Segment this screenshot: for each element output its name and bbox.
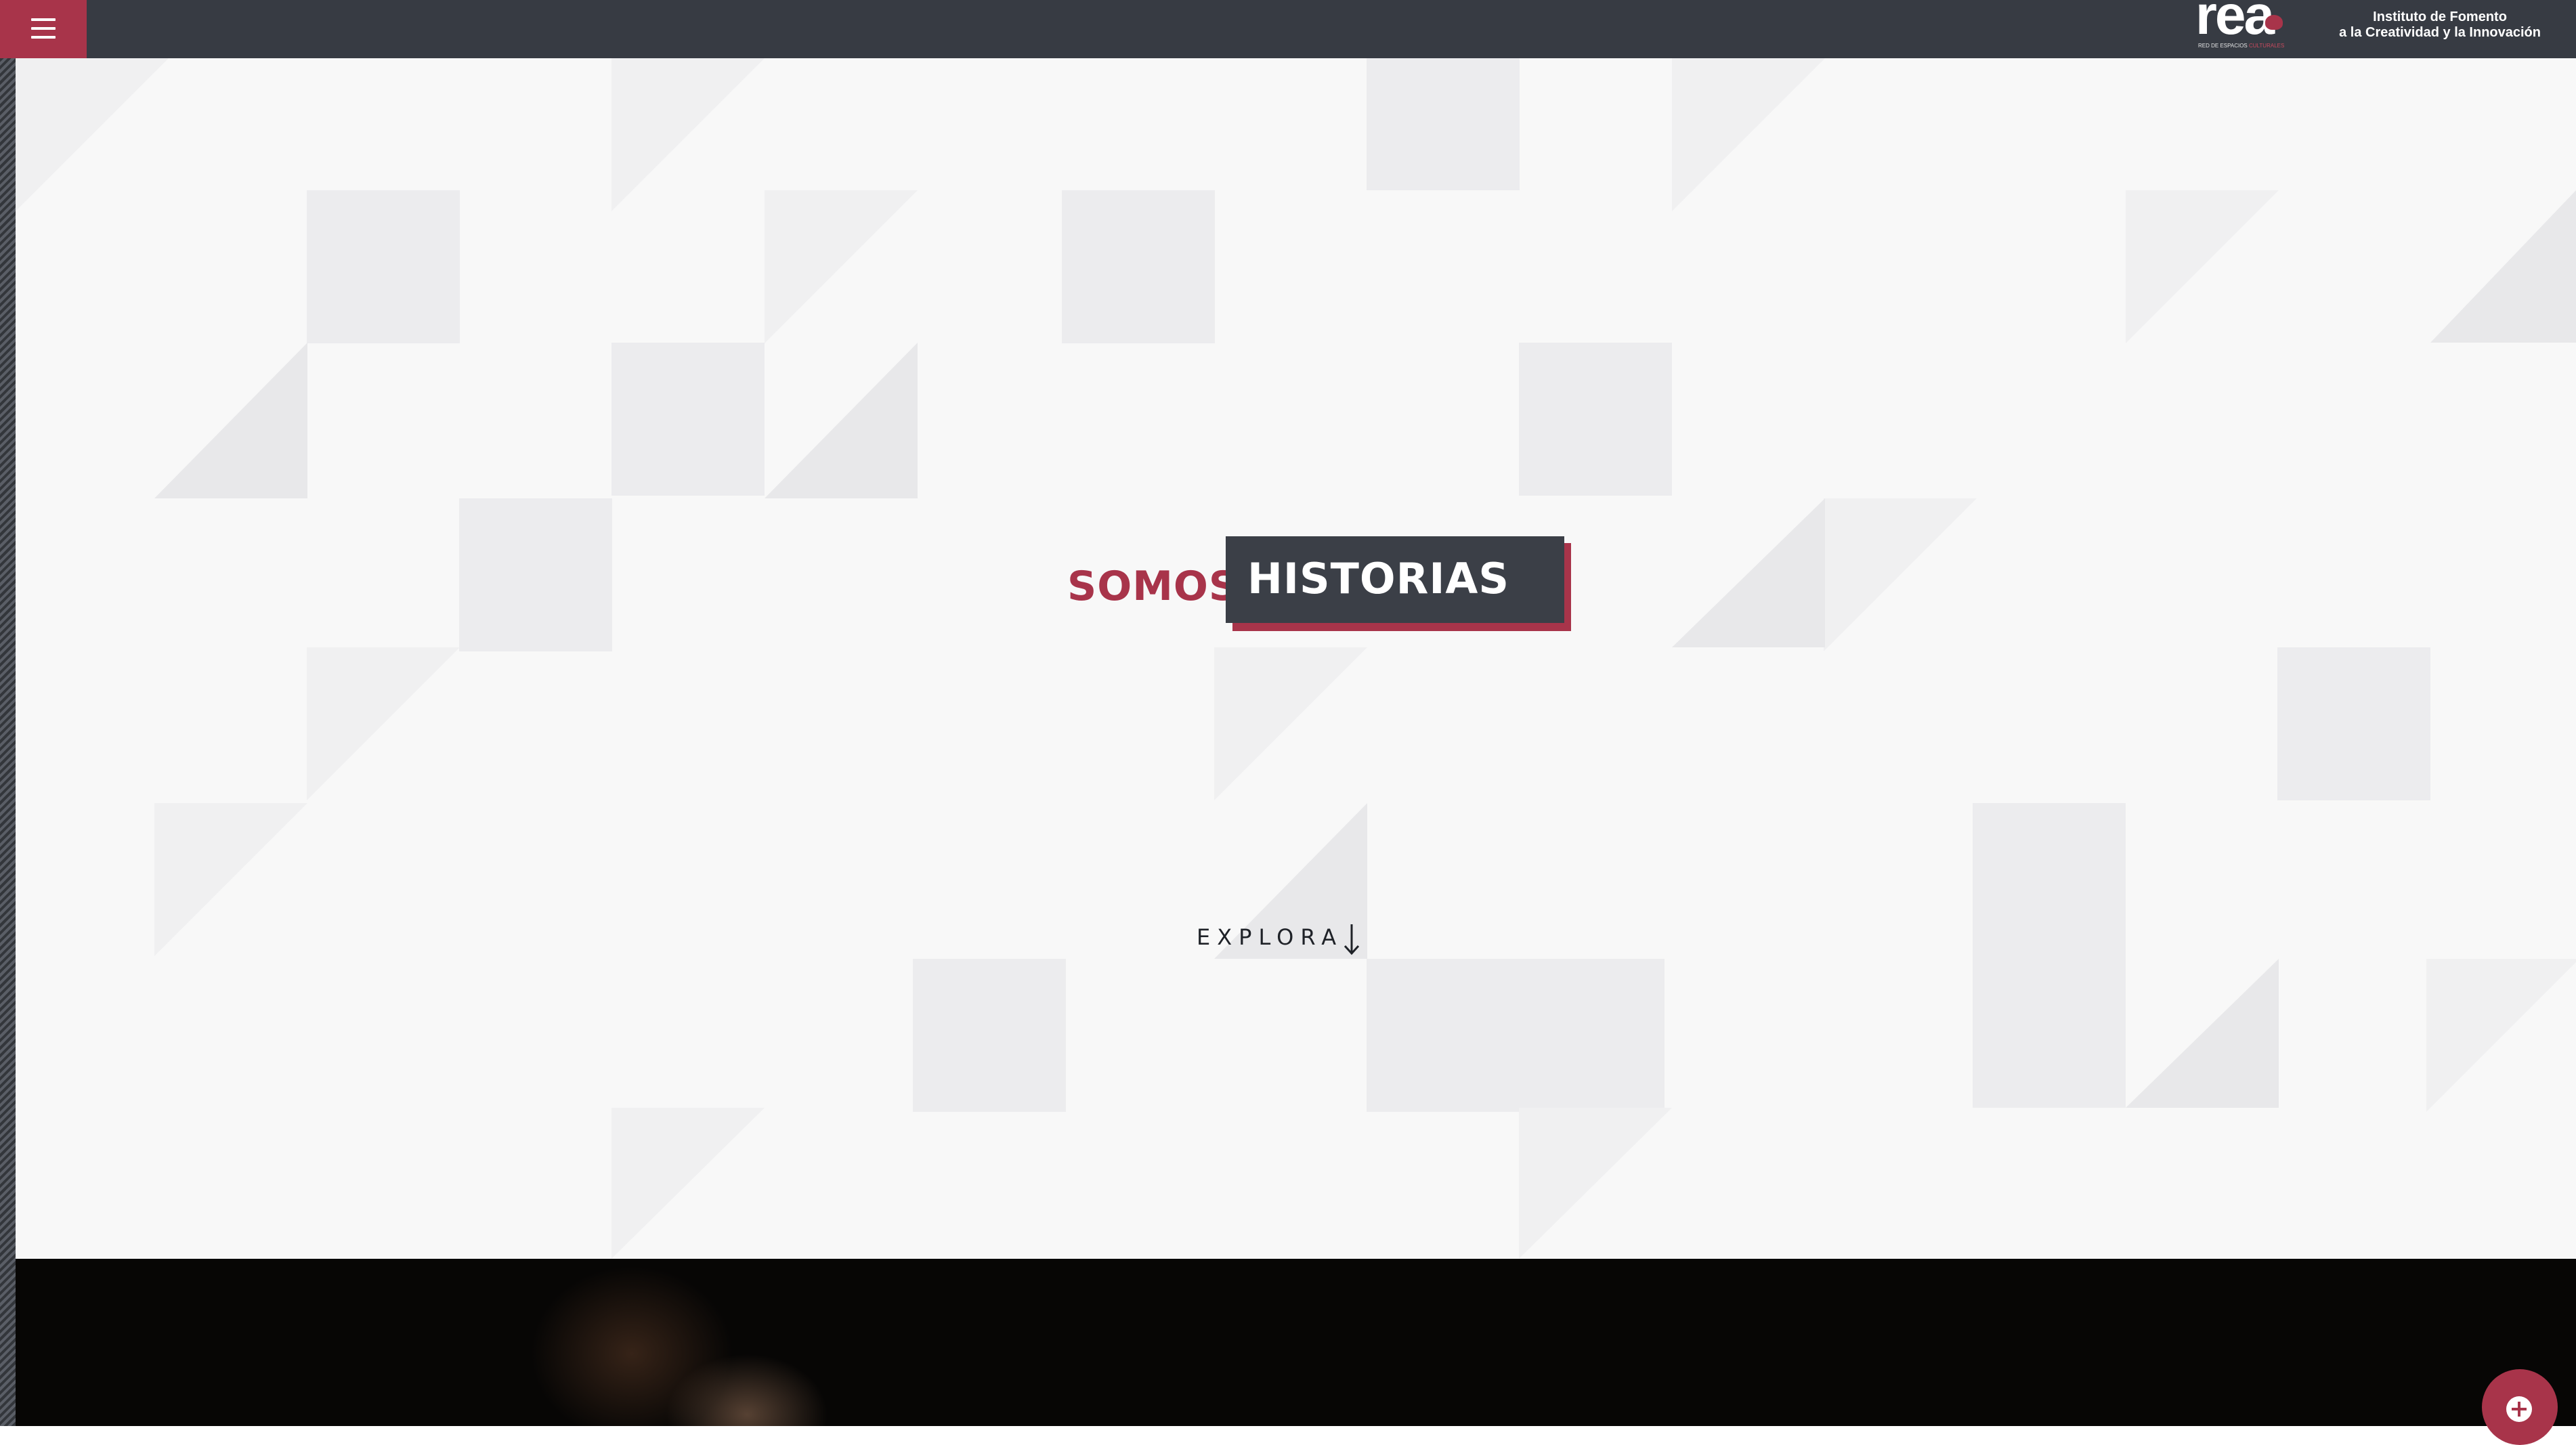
- top-header: rea RED DE ESPACIOS CULTURALES Instituto…: [0, 0, 2576, 58]
- logo-tagline-accent: CULTURALES: [2249, 43, 2285, 49]
- logo-wordmark: rea: [2195, 0, 2275, 46]
- background-geometric-pattern: [16, 58, 2576, 1259]
- hero-section: SOMOS HISTORIAS EXPLORA: [16, 58, 2576, 1259]
- logo-accent-dot: [2265, 15, 2283, 30]
- menu-button[interactable]: [0, 0, 87, 58]
- plus-circle-icon: [2506, 1396, 2532, 1422]
- logo-tagline: RED DE ESPACIOS CULTURALES: [2198, 43, 2284, 49]
- rea-logo[interactable]: rea RED DE ESPACIOS CULTURALES: [2194, 0, 2302, 58]
- institute-name-line1: Instituto de Fomento: [2373, 9, 2507, 24]
- institute-name-link[interactable]: Instituto de Fomento a la Creatividad y …: [2339, 9, 2541, 41]
- arrow-down-icon[interactable]: [1343, 923, 1360, 955]
- floating-add-button[interactable]: [2482, 1369, 2558, 1445]
- highlight-background: HISTORIAS: [1226, 536, 1564, 623]
- background-image-highlight: [666, 1354, 828, 1426]
- hero-highlight-text: HISTORIAS: [1247, 554, 1510, 603]
- hero-highlight-box: HISTORIAS: [1226, 536, 1571, 631]
- left-striped-rail: [0, 58, 16, 1426]
- hero-prefix-text: SOMOS: [1067, 563, 1239, 610]
- institute-name-line2: a la Creatividad y la Innovación: [2339, 25, 2541, 40]
- logo-tagline-text: RED DE ESPACIOS: [2198, 43, 2248, 49]
- dark-image-section: [16, 1259, 2576, 1426]
- explore-link[interactable]: EXPLORA: [1197, 924, 1343, 950]
